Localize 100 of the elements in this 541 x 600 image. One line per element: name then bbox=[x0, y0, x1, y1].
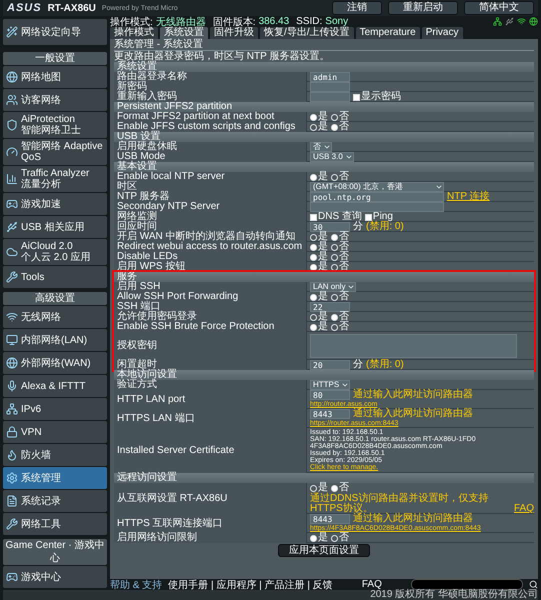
input-field[interactable] bbox=[310, 92, 350, 102]
input-field[interactable]: 20 bbox=[310, 360, 350, 370]
sidebar-item[interactable]: 网络工具 bbox=[3, 513, 107, 535]
radio-option[interactable]: 是 bbox=[310, 262, 328, 272]
header-button[interactable]: 注销 bbox=[332, 1, 382, 15]
radio-option[interactable]: 否 bbox=[331, 322, 349, 332]
wifi-icon[interactable] bbox=[517, 17, 526, 26]
sidebar-item[interactable]: 智能网络 Adaptive QoS bbox=[3, 139, 107, 165]
sidebar-item[interactable]: IPv6 bbox=[3, 398, 107, 420]
wizard-button[interactable]: 网络设定向导 bbox=[3, 19, 107, 45]
header-button[interactable]: 重新启动 bbox=[388, 1, 458, 15]
tab[interactable]: 恢复/导出/上传设置 bbox=[260, 27, 354, 39]
sidebar-item[interactable]: 游戏加速 bbox=[3, 193, 107, 215]
radio-option[interactable]: 否 bbox=[331, 232, 349, 242]
dropdown[interactable]: (GMT+08:00) 北京，香港 bbox=[310, 182, 444, 192]
usb-icon[interactable] bbox=[505, 17, 514, 26]
checkbox-option[interactable]: 显示密码 bbox=[353, 92, 401, 102]
input-field[interactable] bbox=[310, 202, 444, 212]
input-field[interactable]: 30 bbox=[310, 222, 350, 232]
dropdown[interactable]: HTTPS bbox=[310, 380, 350, 390]
radio-option[interactable]: 否 bbox=[331, 262, 349, 272]
radio-option[interactable]: 是 bbox=[310, 252, 328, 262]
setting-label: HTTPS 互联网连接端口 bbox=[114, 514, 307, 533]
radio-option[interactable]: 否 bbox=[331, 252, 349, 262]
sidebar-item[interactable]: 无线网络 bbox=[3, 306, 107, 328]
setting-label: HTTP LAN port bbox=[114, 390, 307, 409]
tab[interactable]: Privacy bbox=[422, 27, 462, 39]
radio-option[interactable]: 是 bbox=[310, 232, 328, 242]
input-field[interactable]: admin bbox=[310, 72, 350, 82]
input-field[interactable]: 80 bbox=[310, 390, 350, 400]
setting-label: Enable local NTP server bbox=[114, 172, 307, 182]
input-field[interactable]: pool.ntp.org bbox=[310, 192, 444, 202]
sidebar-item[interactable]: AiProtection 智能网络卫士 bbox=[3, 112, 107, 138]
wand-icon bbox=[6, 26, 18, 38]
radio-option[interactable]: 是 bbox=[310, 322, 328, 332]
checkbox-option[interactable]: Ping bbox=[364, 212, 393, 222]
gamepad-icon bbox=[6, 571, 18, 583]
radio-option[interactable]: 是 bbox=[310, 292, 328, 302]
radio-option[interactable]: 否 bbox=[331, 122, 349, 132]
radio-option[interactable]: 否 bbox=[331, 533, 349, 543]
dropdown[interactable]: USB 3.0 bbox=[310, 152, 354, 162]
item-label: AiCloud 2.0 bbox=[21, 241, 73, 252]
radio-option[interactable]: 是 bbox=[310, 483, 328, 493]
sidebar-item[interactable]: 系统记录 bbox=[3, 490, 107, 512]
checkbox-option[interactable]: DNS 查询 bbox=[310, 212, 362, 222]
faq-link[interactable]: FAQ bbox=[514, 504, 534, 514]
tab[interactable]: 系统设置 bbox=[160, 27, 208, 39]
radio-option[interactable]: 否 bbox=[331, 312, 349, 322]
radio-option[interactable]: 是 bbox=[310, 122, 328, 132]
tab[interactable]: Temperature bbox=[356, 27, 420, 39]
setting-label: Format JFFS2 partition at next boot bbox=[114, 112, 307, 122]
input-field[interactable]: 8443 bbox=[310, 409, 350, 419]
sidebar-item[interactable]: 访客网络 bbox=[3, 89, 107, 111]
item-label: Alexa & IFTTT bbox=[21, 380, 86, 392]
radio-option[interactable]: 否 bbox=[331, 242, 349, 252]
sidebar-item[interactable]: 防火墙 bbox=[3, 444, 107, 466]
sidebar-item[interactable]: Tools bbox=[3, 266, 107, 288]
sidebar-item[interactable]: 系统管理 bbox=[3, 467, 107, 489]
radio-option[interactable]: 是 bbox=[310, 533, 328, 543]
search-field[interactable] bbox=[411, 579, 523, 590]
sidebar-item[interactable]: 外部网络(WAN) bbox=[3, 352, 107, 374]
users-icon bbox=[6, 94, 18, 106]
link[interactable]: NTP 连接 bbox=[447, 192, 490, 202]
radio-option[interactable]: 否 bbox=[331, 483, 349, 493]
sidebar-item[interactable]: USB 相关应用 bbox=[3, 216, 107, 238]
footer-links[interactable]: 使用手册 | 应用程序 | 产品注册 | 反馈 bbox=[168, 578, 333, 592]
setting-label: 启用 SSH bbox=[114, 282, 307, 292]
search-icon[interactable] bbox=[529, 580, 538, 589]
sidebar-item[interactable]: VPN bbox=[3, 421, 107, 443]
radio-option[interactable]: 否 bbox=[331, 112, 349, 122]
input-field[interactable]: 8443 bbox=[310, 514, 350, 524]
item-label: 系统管理 bbox=[21, 472, 61, 484]
logo: ASUS bbox=[7, 2, 42, 14]
globe-icon[interactable] bbox=[529, 17, 538, 26]
language-dropdown[interactable]: 简体中文 bbox=[464, 1, 534, 15]
radio-option[interactable]: 是 bbox=[310, 172, 328, 182]
sidebar-item[interactable]: Alexa & IFTTT bbox=[3, 375, 107, 397]
sidebar-item[interactable]: 网络地图 bbox=[3, 66, 107, 88]
radio-option[interactable]: 是 bbox=[310, 242, 328, 252]
input-field[interactable] bbox=[310, 82, 350, 92]
sidebar-item[interactable]: AiCloud 2.0 个人云 2.0 应用 bbox=[3, 239, 107, 265]
help-link[interactable]: 帮助 & 支持 bbox=[110, 578, 162, 592]
tab[interactable]: 固件升级 bbox=[210, 27, 258, 39]
radio-option[interactable]: 否 bbox=[331, 292, 349, 302]
radio-option[interactable]: 是 bbox=[310, 312, 328, 322]
tab[interactable]: 操作模式 bbox=[110, 27, 158, 39]
sidebar-item[interactable]: 内部网络(LAN) bbox=[3, 329, 107, 351]
network-icon[interactable] bbox=[493, 17, 502, 26]
item-label: 网络工具 bbox=[21, 518, 61, 530]
sidebar-item[interactable]: 游戏中心 bbox=[3, 566, 107, 588]
sidebar-item[interactable]: Traffic Analyzer 流量分析 bbox=[3, 166, 107, 192]
setting-label: 从互联网设置 RT-AX86U bbox=[114, 483, 307, 514]
apply-button[interactable]: 应用本页面设置 bbox=[278, 544, 370, 557]
radio-option[interactable]: 是 bbox=[310, 112, 328, 122]
caret-icon bbox=[344, 153, 353, 161]
dropdown[interactable]: 否 bbox=[310, 142, 332, 152]
dropdown[interactable]: LAN only bbox=[310, 282, 356, 292]
setting-label: Disable LEDs bbox=[114, 252, 307, 262]
input-field[interactable]: 22 bbox=[310, 302, 350, 312]
radio-option[interactable]: 否 bbox=[331, 172, 349, 182]
